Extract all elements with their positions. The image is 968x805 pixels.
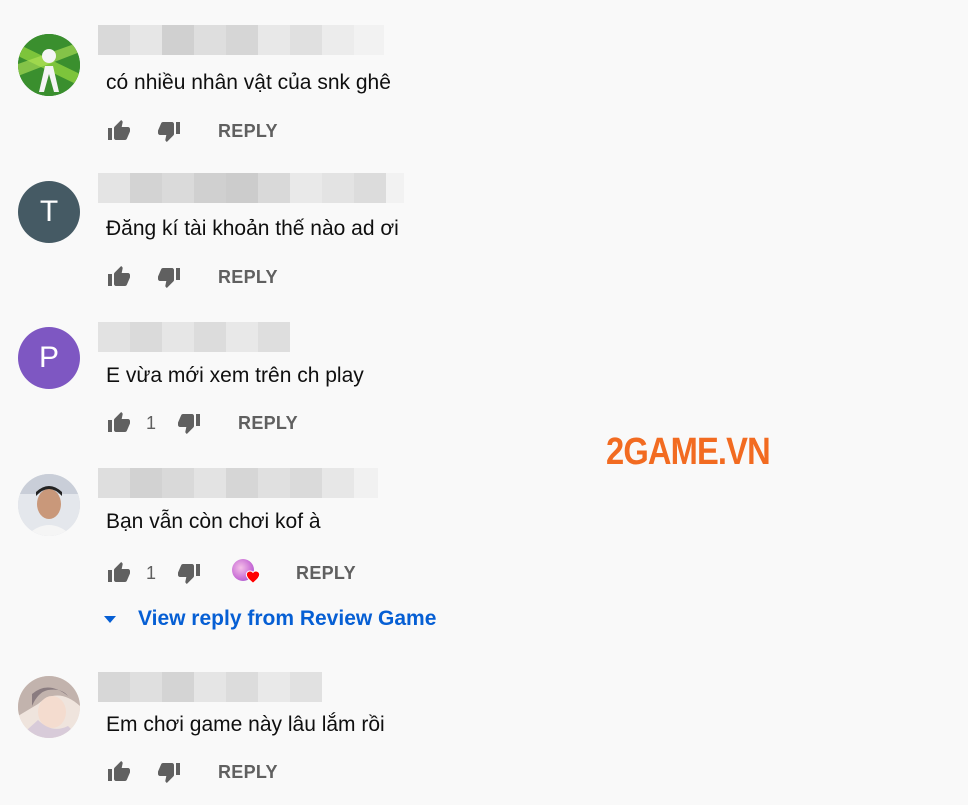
comment-actions: REPLY bbox=[106, 263, 278, 291]
author-name-redacted[interactable] bbox=[98, 25, 384, 55]
avatar-letter: P bbox=[38, 341, 59, 374]
view-replies-label: View reply from Review Game bbox=[138, 607, 437, 630]
reply-button[interactable]: REPLY bbox=[218, 121, 278, 142]
user-avatar[interactable] bbox=[18, 676, 80, 738]
dislike-icon[interactable] bbox=[156, 759, 182, 785]
user-avatar[interactable] bbox=[18, 34, 80, 96]
comment-text: E vừa mới xem trên ch play bbox=[106, 364, 364, 387]
like-icon[interactable] bbox=[106, 759, 132, 785]
user-avatar[interactable] bbox=[18, 474, 80, 536]
like-icon[interactable] bbox=[106, 560, 132, 586]
dislike-icon[interactable] bbox=[176, 560, 202, 586]
user-avatar[interactable]: P bbox=[18, 327, 80, 389]
comment-text: Bạn vẫn còn chơi kof à bbox=[106, 510, 321, 533]
caret-down-icon bbox=[104, 615, 116, 623]
author-name-redacted[interactable] bbox=[98, 322, 290, 352]
comment-text: Em chơi game này lâu lắm rồi bbox=[106, 713, 385, 736]
like-count: 1 bbox=[146, 562, 157, 583]
comment-actions: 1 REPLY bbox=[106, 409, 298, 437]
comment-text: Đăng kí tài khoản thế nào ad ơi bbox=[106, 217, 399, 240]
view-replies-button[interactable]: View reply from Review Game bbox=[104, 607, 436, 631]
author-name-redacted[interactable] bbox=[98, 173, 404, 203]
dislike-icon[interactable] bbox=[156, 118, 182, 144]
reply-button[interactable]: REPLY bbox=[218, 267, 278, 288]
like-icon[interactable] bbox=[106, 118, 132, 144]
avatar-letter: T bbox=[39, 195, 59, 228]
comment-text: có nhiều nhân vật của snk ghê bbox=[106, 71, 391, 94]
reply-button[interactable]: REPLY bbox=[218, 762, 278, 783]
comment-actions: 1 REPLY bbox=[106, 559, 356, 587]
comment-actions: REPLY bbox=[106, 117, 278, 145]
author-name-redacted[interactable] bbox=[98, 672, 322, 702]
user-avatar[interactable]: T bbox=[18, 181, 80, 243]
like-icon[interactable] bbox=[106, 410, 132, 436]
author-name-redacted[interactable] bbox=[98, 468, 378, 498]
reply-button[interactable]: REPLY bbox=[238, 413, 298, 434]
creator-heart-badge bbox=[232, 559, 261, 587]
dislike-icon[interactable] bbox=[176, 410, 202, 436]
site-watermark-logo: 2GAME.VN bbox=[606, 431, 771, 473]
heart-icon bbox=[245, 570, 261, 584]
reply-button[interactable]: REPLY bbox=[296, 563, 356, 584]
like-icon[interactable] bbox=[106, 264, 132, 290]
like-count: 1 bbox=[146, 412, 157, 433]
dislike-icon[interactable] bbox=[156, 264, 182, 290]
comment-actions: REPLY bbox=[106, 758, 278, 786]
